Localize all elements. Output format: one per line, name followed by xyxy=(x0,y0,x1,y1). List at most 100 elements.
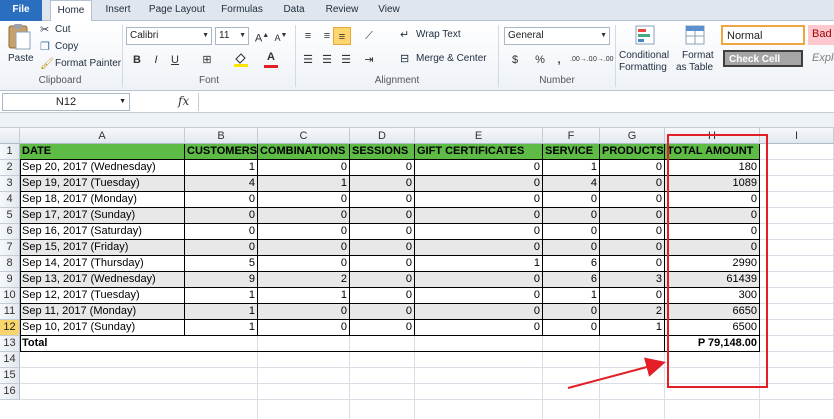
value-cell[interactable]: 0 xyxy=(350,160,415,176)
value-cell[interactable]: 1 xyxy=(600,320,665,336)
date-cell[interactable]: Sep 19, 2017 (Tuesday) xyxy=(20,176,185,192)
number-format-select[interactable]: General ▼ xyxy=(504,27,610,45)
value-cell[interactable]: 0 xyxy=(543,192,600,208)
value-cell[interactable]: 0 xyxy=(350,192,415,208)
formula-input[interactable] xyxy=(198,93,832,111)
row-header-14[interactable]: 14 xyxy=(0,352,20,368)
column-header-i[interactable]: I xyxy=(760,128,834,144)
tab-data[interactable]: Data xyxy=(276,0,312,21)
column-header-a[interactable]: A xyxy=(20,128,185,144)
column-header-g[interactable]: G xyxy=(600,128,665,144)
value-cell[interactable]: 0 xyxy=(350,288,415,304)
date-cell[interactable]: Sep 10, 2017 (Sunday) xyxy=(20,320,185,336)
total-amount-cell[interactable]: P 79,148.00 xyxy=(665,336,760,352)
align-bottom-icon[interactable]: ≡ xyxy=(333,27,351,45)
value-cell[interactable]: 0 xyxy=(415,304,543,320)
header-cell-8[interactable]: TOTAL AMOUNT xyxy=(665,144,760,160)
value-cell[interactable]: 0 xyxy=(665,208,760,224)
value-cell[interactable]: 0 xyxy=(415,176,543,192)
style-explanatory[interactable]: Explo xyxy=(808,49,834,69)
fx-icon[interactable]: fx xyxy=(178,94,189,108)
value-cell[interactable]: 0 xyxy=(600,160,665,176)
value-cell[interactable]: 2990 xyxy=(665,256,760,272)
wrap-text-button[interactable]: ↵ Wrap Text xyxy=(400,28,492,44)
header-cell-2[interactable]: CUSTOMERS xyxy=(185,144,258,160)
value-cell[interactable]: 0 xyxy=(350,224,415,240)
date-cell[interactable]: Sep 11, 2017 (Monday) xyxy=(20,304,185,320)
value-cell[interactable]: 0 xyxy=(350,256,415,272)
column-header-h[interactable]: H xyxy=(665,128,760,144)
row-header-9[interactable]: 9 xyxy=(0,272,20,288)
italic-button[interactable]: I xyxy=(147,51,165,69)
value-cell[interactable]: 1 xyxy=(258,176,350,192)
value-cell[interactable]: 0 xyxy=(600,208,665,224)
style-normal[interactable]: Normal xyxy=(721,25,805,45)
font-name-select[interactable]: Calibri ▼ xyxy=(126,27,212,45)
value-cell[interactable]: 1089 xyxy=(665,176,760,192)
value-cell[interactable]: 6 xyxy=(543,256,600,272)
value-cell[interactable]: 0 xyxy=(543,224,600,240)
value-cell[interactable]: 0 xyxy=(185,192,258,208)
header-cell-7[interactable]: PRODUCTS xyxy=(600,144,665,160)
tab-home[interactable]: Home xyxy=(50,0,92,22)
value-cell[interactable]: 0 xyxy=(415,272,543,288)
cut-button[interactable]: ✂ Cut xyxy=(40,23,110,37)
value-cell[interactable]: 0 xyxy=(415,224,543,240)
column-header-e[interactable]: E xyxy=(415,128,543,144)
row-header-10[interactable]: 10 xyxy=(0,288,20,304)
column-header-d[interactable]: D xyxy=(350,128,415,144)
value-cell[interactable]: 6650 xyxy=(665,304,760,320)
value-cell[interactable]: 0 xyxy=(600,288,665,304)
header-cell-1[interactable]: DATE xyxy=(20,144,185,160)
value-cell[interactable]: 0 xyxy=(543,208,600,224)
tab-file[interactable]: File xyxy=(0,0,42,21)
value-cell[interactable]: 0 xyxy=(258,224,350,240)
shrink-font-icon[interactable]: A▼ xyxy=(272,27,290,45)
value-cell[interactable]: 0 xyxy=(258,240,350,256)
value-cell[interactable]: 1 xyxy=(415,256,543,272)
underline-button[interactable]: U xyxy=(166,51,184,69)
tab-formulas[interactable]: Formulas xyxy=(216,0,268,21)
align-top-icon[interactable]: ≡ xyxy=(299,27,317,45)
value-cell[interactable]: 6500 xyxy=(665,320,760,336)
value-cell[interactable]: 9 xyxy=(185,272,258,288)
value-cell[interactable]: 0 xyxy=(258,256,350,272)
date-cell[interactable]: Sep 20, 2017 (Wednesday) xyxy=(20,160,185,176)
value-cell[interactable]: 1 xyxy=(185,304,258,320)
row-header-16[interactable]: 16 xyxy=(0,384,20,400)
value-cell[interactable]: 0 xyxy=(350,304,415,320)
row-header-15[interactable]: 15 xyxy=(0,368,20,384)
value-cell[interactable]: 180 xyxy=(665,160,760,176)
date-cell[interactable]: Sep 15, 2017 (Friday) xyxy=(20,240,185,256)
row-header-5[interactable]: 5 xyxy=(0,208,20,224)
currency-button[interactable]: $ xyxy=(506,51,524,69)
value-cell[interactable]: 0 xyxy=(258,320,350,336)
value-cell[interactable]: 0 xyxy=(665,224,760,240)
date-cell[interactable]: Sep 18, 2017 (Monday) xyxy=(20,192,185,208)
value-cell[interactable]: 0 xyxy=(600,224,665,240)
header-cell-5[interactable]: GIFT CERTIFICATES xyxy=(415,144,543,160)
total-label-cell[interactable]: Total xyxy=(20,336,140,352)
value-cell[interactable]: 0 xyxy=(600,240,665,256)
value-cell[interactable]: 0 xyxy=(185,208,258,224)
value-cell[interactable]: 0 xyxy=(415,192,543,208)
style-bad[interactable]: Bad xyxy=(808,25,834,45)
value-cell[interactable]: 0 xyxy=(258,208,350,224)
date-cell[interactable]: Sep 13, 2017 (Wednesday) xyxy=(20,272,185,288)
value-cell[interactable]: 4 xyxy=(543,176,600,192)
date-cell[interactable]: Sep 14, 2017 (Thursday) xyxy=(20,256,185,272)
row-header-8[interactable]: 8 xyxy=(0,256,20,272)
value-cell[interactable]: 0 xyxy=(350,176,415,192)
value-cell[interactable]: 1 xyxy=(185,160,258,176)
bold-button[interactable]: B xyxy=(128,51,146,69)
value-cell[interactable]: 0 xyxy=(185,224,258,240)
value-cell[interactable]: 0 xyxy=(543,320,600,336)
row-header-11[interactable]: 11 xyxy=(0,304,20,320)
percent-button[interactable]: % xyxy=(531,51,549,69)
increase-decimal-button[interactable]: .00→.0 xyxy=(570,51,593,69)
value-cell[interactable]: 0 xyxy=(415,208,543,224)
value-cell[interactable]: 61439 xyxy=(665,272,760,288)
comma-button[interactable]: , xyxy=(550,51,568,69)
name-box[interactable]: N12 ▼ xyxy=(2,93,130,111)
orientation-icon[interactable]: ⟋ xyxy=(360,27,378,45)
